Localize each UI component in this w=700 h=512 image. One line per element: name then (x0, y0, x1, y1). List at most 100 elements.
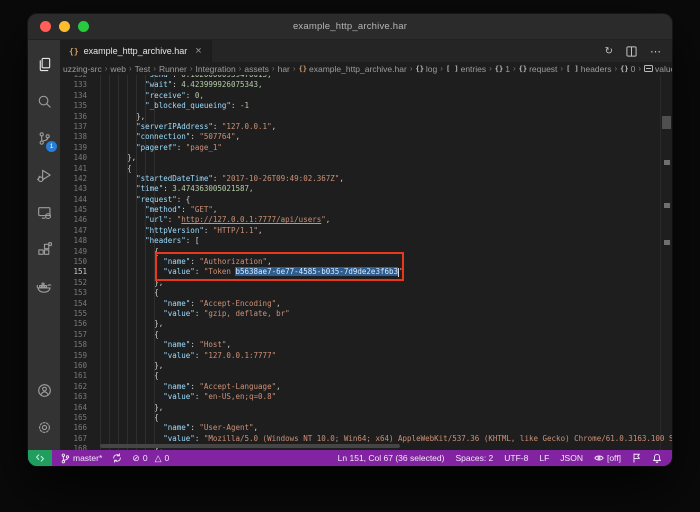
code-line[interactable]: 133 "wait": 4.423999926075343, (60, 80, 660, 90)
line-number[interactable]: 150 (60, 257, 87, 267)
code-line[interactable]: 139 "pageref": "page_1" (60, 143, 660, 153)
language-mode-item[interactable]: JSON (560, 453, 583, 463)
code-line[interactable]: 146 "url": "http://127.0.0.1:7777/api/us… (60, 215, 660, 225)
line-number[interactable]: 152 (60, 278, 87, 288)
feedback-flag-icon[interactable] (632, 453, 641, 463)
line-number[interactable]: 166 (60, 423, 87, 433)
breadcrumb-item[interactable]: web (110, 64, 126, 74)
code-line[interactable]: 160 }, (60, 361, 660, 371)
line-number[interactable]: 140 (60, 153, 87, 163)
line-number[interactable]: 164 (60, 403, 87, 413)
line-number[interactable]: 155 (60, 309, 87, 319)
minimize-window-icon[interactable] (59, 21, 70, 32)
code-line[interactable]: 148 "headers": [ (60, 236, 660, 246)
code-line[interactable]: 167 "value": "Mozilla/5.0 (Windows NT 10… (60, 434, 660, 444)
code-line[interactable]: 159 "value": "127.0.0.1:7777" (60, 351, 660, 361)
code-line[interactable]: 162 "name": "Accept-Language", (60, 382, 660, 392)
line-number[interactable]: 158 (60, 340, 87, 350)
code-line[interactable]: 143 "time": 3.474363005021587, (60, 184, 660, 194)
code-line[interactable]: 157 { (60, 330, 660, 340)
line-number[interactable]: 153 (60, 288, 87, 298)
git-branch-item[interactable]: master* (60, 453, 102, 464)
split-editor-icon[interactable] (626, 46, 637, 57)
code-line[interactable]: 161 { (60, 371, 660, 381)
code-line[interactable]: 166 "name": "User-Agent", (60, 423, 660, 433)
docker-icon[interactable] (28, 268, 60, 305)
code-line[interactable]: 155 "value": "gzip, deflate, br" (60, 309, 660, 319)
code-line[interactable]: 152 }, (60, 278, 660, 288)
code-line[interactable]: 151 "value": "Token b5638ae7-6e77-4585-b… (60, 267, 660, 277)
breadcrumb-item[interactable]: Runner (159, 64, 187, 74)
line-number[interactable]: 162 (60, 382, 87, 392)
code-line[interactable]: 158 "name": "Host", (60, 340, 660, 350)
line-number[interactable]: 144 (60, 195, 87, 205)
sync-button[interactable] (112, 453, 122, 463)
line-number[interactable]: 165 (60, 413, 87, 423)
breadcrumb-item[interactable]: {}log (415, 64, 437, 74)
line-number[interactable]: 139 (60, 143, 87, 153)
run-debug-icon[interactable] (28, 157, 60, 194)
code-line[interactable]: 134 "receive": 0, (60, 91, 660, 101)
horizontal-scrollbar[interactable] (100, 444, 400, 448)
breadcrumb-item[interactable]: [ ]entries (446, 64, 486, 74)
line-number[interactable]: 161 (60, 371, 87, 381)
line-number[interactable]: 156 (60, 319, 87, 329)
tab-example-http-archive[interactable]: {} example_http_archive.har × (60, 40, 212, 62)
line-number[interactable]: 141 (60, 164, 87, 174)
breadcrumb-item[interactable]: {}request (519, 64, 558, 74)
highlight-toggle-item[interactable]: [off] (594, 453, 621, 463)
source-control-icon[interactable]: 1 (28, 120, 60, 157)
zoom-window-icon[interactable] (78, 21, 89, 32)
code-line[interactable]: 163 "value": "en-US,en;q=0.8" (60, 392, 660, 402)
breadcrumb-item[interactable]: har (278, 64, 290, 74)
code-line[interactable]: 136 }, (60, 112, 660, 122)
line-number[interactable]: 138 (60, 132, 87, 142)
open-changes-icon[interactable]: ↻ (605, 46, 613, 57)
line-number[interactable]: 147 (60, 226, 87, 236)
line-number[interactable]: 143 (60, 184, 87, 194)
line-number[interactable]: 137 (60, 122, 87, 132)
notifications-bell-icon[interactable] (652, 453, 662, 463)
line-number[interactable]: 149 (60, 247, 87, 257)
breadcrumb-item[interactable]: {}example_http_archive.har (299, 64, 407, 74)
breadcrumb-item[interactable]: {}0 (620, 64, 635, 74)
indentation-item[interactable]: Spaces: 2 (455, 453, 493, 463)
code-editor[interactable]: 132 "send": 0.10200000939470013,133 "wai… (60, 75, 672, 450)
line-number[interactable]: 157 (60, 330, 87, 340)
code-line[interactable]: 141 { (60, 164, 660, 174)
breadcrumb-item[interactable]: {}1 (495, 64, 510, 74)
code-line[interactable]: 135 "_blocked_queueing": -1 (60, 101, 660, 111)
eol-item[interactable]: LF (539, 453, 549, 463)
close-window-icon[interactable] (40, 21, 51, 32)
breadcrumb-item[interactable]: assets (244, 64, 269, 74)
breadcrumb-item[interactable]: Test (135, 64, 151, 74)
tab-close-icon[interactable]: × (195, 46, 201, 57)
code-line[interactable]: 145 "method": "GET", (60, 205, 660, 215)
code-line[interactable]: 153 { (60, 288, 660, 298)
line-number[interactable]: 133 (60, 80, 87, 90)
breadcrumb[interactable]: uzzing-src›web›Test›Runner›Integration›a… (60, 62, 672, 75)
more-actions-icon[interactable]: ⋯ (650, 45, 661, 58)
line-number[interactable]: 136 (60, 112, 87, 122)
scrollbar-thumb[interactable] (662, 116, 671, 129)
code-line[interactable]: 144 "request": { (60, 195, 660, 205)
code-line[interactable]: 165 { (60, 413, 660, 423)
line-number[interactable]: 154 (60, 299, 87, 309)
line-number[interactable]: 145 (60, 205, 87, 215)
breadcrumb-item[interactable]: value (644, 64, 672, 74)
line-number[interactable]: 135 (60, 101, 87, 111)
vertical-scrollbar[interactable] (660, 75, 672, 450)
line-number[interactable]: 168 (60, 444, 87, 450)
code-line[interactable]: 150 "name": "Authorization", (60, 257, 660, 267)
line-number[interactable]: 134 (60, 91, 87, 101)
code-line[interactable]: 140 }, (60, 153, 660, 163)
explorer-icon[interactable] (28, 46, 60, 83)
code-line[interactable]: 142 "startedDateTime": "2017-10-26T09:49… (60, 174, 660, 184)
code-line[interactable]: 137 "serverIPAddress": "127.0.0.1", (60, 122, 660, 132)
remote-indicator[interactable] (28, 450, 52, 466)
line-number[interactable]: 167 (60, 434, 87, 444)
code-line[interactable]: 138 "connection": "507764", (60, 132, 660, 142)
code-line[interactable]: 156 }, (60, 319, 660, 329)
extensions-icon[interactable] (28, 231, 60, 268)
breadcrumb-item[interactable]: [ ]headers (566, 64, 611, 74)
